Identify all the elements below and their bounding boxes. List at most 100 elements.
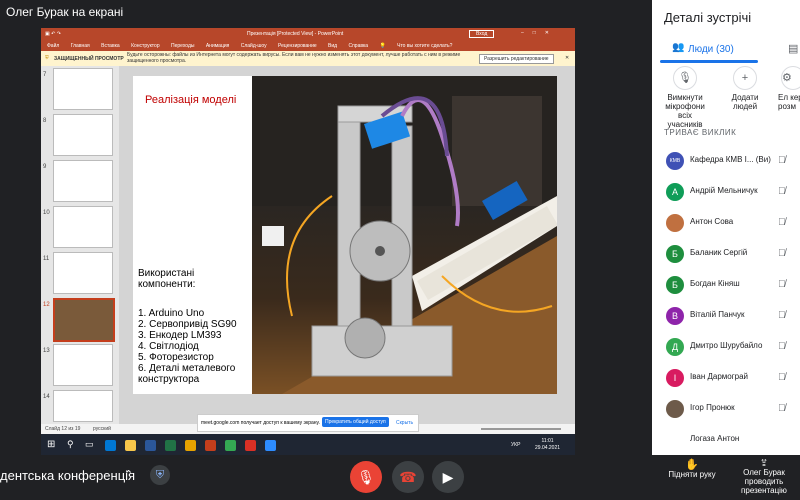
mic-off-icon[interactable]: 🎙̸ — [778, 217, 786, 228]
mic-off-icon[interactable]: 🎙̸ — [778, 186, 786, 197]
mic-off-icon[interactable]: 🎙̸ — [778, 372, 786, 383]
menu-slideshow[interactable]: Слайд-шоу — [241, 43, 267, 49]
powerpoint-icon[interactable] — [205, 440, 216, 451]
menu-design[interactable]: Конструктор — [131, 43, 160, 49]
mic-off-icon[interactable]: 🎙̸ — [778, 248, 786, 259]
avatar: Д — [666, 338, 684, 356]
mic-off-icon[interactable]: 🎙̸ — [778, 155, 786, 166]
participant-row[interactable]: В Віталій Панчук 🎙̸ — [652, 301, 800, 332]
avatar: В — [666, 307, 684, 325]
name-text: Кафедра КМВ І... — [690, 155, 754, 164]
raise-hand-button[interactable]: ✋ Підняти руку — [662, 459, 722, 480]
slide-thumbnail[interactable] — [53, 68, 113, 110]
task-view-icon[interactable]: ▭ — [85, 439, 94, 450]
tab-people[interactable]: 👥 Люди (30) — [652, 36, 762, 63]
share-notice-text: meet.google.com получает доступ к вашему… — [201, 420, 320, 426]
edge-icon[interactable] — [105, 440, 116, 451]
self-suffix: (Ви) — [755, 155, 771, 164]
enable-editing-button[interactable]: Разрешить редактирование — [479, 54, 554, 64]
hand-icon: ✋ — [685, 459, 699, 471]
mute-all-label: Вимкнути мікрофони всіх учасників — [665, 93, 705, 129]
excel-icon[interactable] — [165, 440, 176, 451]
menu-home[interactable]: Главная — [71, 43, 90, 49]
slide-thumbnail[interactable] — [53, 390, 113, 422]
language-indicator: русский — [93, 426, 111, 432]
app-icon[interactable] — [265, 440, 276, 451]
participant-row[interactable]: Б Богдан Кіняш 🎙̸ — [652, 270, 800, 301]
list-item: 3. Енкодер LM393 — [138, 330, 222, 341]
slide-thumbnail[interactable] — [53, 114, 113, 156]
end-call-button[interactable]: ☎ — [392, 461, 424, 493]
model-photo — [252, 76, 557, 394]
word-icon[interactable] — [145, 440, 156, 451]
protected-view-bar: ⛨ ЗАЩИЩЕННЫЙ ПРОСМОТР Будьте осторожны: … — [41, 51, 575, 67]
shared-screen: ▣ ↶ ↷ Презентація [Protected View] - Pow… — [41, 28, 575, 458]
mic-off-icon[interactable]: 🎙̸ — [778, 279, 786, 290]
host-controls-button[interactable]: ⚙ Ел керу розм — [778, 66, 800, 111]
slide-thumbnail[interactable] — [53, 206, 113, 248]
zoom-slider[interactable] — [481, 428, 561, 430]
app-icon[interactable] — [245, 440, 256, 451]
mic-off-icon[interactable]: 🎙̸ — [778, 403, 786, 414]
thumb-number: 10 — [43, 210, 50, 216]
mic-off-icon[interactable]: 🎙̸ — [778, 341, 786, 352]
list-item: 6. Деталі металевого — [138, 363, 236, 374]
chat-icon[interactable]: ▤ — [788, 42, 798, 55]
slide-title: Реалізація моделі — [145, 94, 237, 106]
chevron-up-icon[interactable]: ⌃ — [124, 468, 133, 481]
clock[interactable]: 11:01 29.04.2021 — [535, 438, 560, 452]
stop-sharing-button[interactable]: Прекратить общий доступ — [322, 417, 389, 427]
participant-name: Богдан Кіняш — [690, 279, 740, 288]
signin-button[interactable]: Вход — [469, 30, 495, 38]
lightbulb-icon: 💡 — [379, 43, 386, 49]
close-icon[interactable]: ✕ — [565, 55, 569, 61]
menu-view[interactable]: Вид — [328, 43, 337, 49]
app-icon[interactable] — [185, 440, 196, 451]
hide-notice-button[interactable]: Скрыть — [396, 420, 413, 426]
keyboard-language[interactable]: УКР — [511, 442, 520, 448]
participant-row[interactable]: Логаза Антон — [652, 425, 800, 453]
slide-thumbnail[interactable] — [53, 160, 113, 202]
menu-insert[interactable]: Вставка — [101, 43, 120, 49]
camera-icon: ▶ — [442, 469, 454, 485]
people-icon: 👥 — [672, 42, 685, 53]
slide-editor: Реалізація моделі Використані компоненти… — [119, 66, 575, 424]
menu-transitions[interactable]: Переходы — [171, 43, 194, 49]
tell-me-search[interactable]: Что вы хотите сделать? — [397, 43, 452, 49]
slide-thumbnail-selected[interactable] — [53, 298, 115, 342]
menu-animation[interactable]: Анимация — [206, 43, 229, 49]
ribbon-tabs: Файл Главная Вставка Конструктор Переход… — [41, 40, 575, 51]
menu-help[interactable]: Справка — [348, 43, 368, 49]
slide-thumbnail[interactable] — [53, 252, 113, 294]
windows-start-icon[interactable]: ⊞ — [47, 439, 55, 450]
add-people-button[interactable]: + Додати людей — [722, 66, 768, 111]
presentation-button[interactable]: ⇪ Олег Бурак проводить презентацію — [728, 459, 800, 495]
folder-icon[interactable] — [125, 440, 136, 451]
menu-file[interactable]: Файл — [47, 43, 59, 49]
save-icon[interactable]: ▣ ↶ ↷ — [45, 31, 61, 37]
meet-icon[interactable] — [225, 440, 236, 451]
components-list: 1. Arduino Uno 2. Сервопривід SG90 3. Ен… — [138, 308, 237, 385]
search-icon[interactable]: ⚲ — [67, 439, 74, 450]
participant-row[interactable]: Ігор Пронюк 🎙̸ — [652, 394, 800, 425]
camera-button[interactable]: ▶ — [432, 461, 464, 493]
mic-off-button[interactable]: 🎙 — [350, 461, 382, 493]
screen-share-notice: meet.google.com получает доступ к вашему… — [197, 414, 419, 432]
current-slide[interactable]: Реалізація моделі Використані компоненти… — [133, 76, 557, 394]
powerpoint-titlebar: ▣ ↶ ↷ Презентація [Protected View] - Pow… — [41, 28, 575, 40]
slide-thumbnail[interactable] — [53, 344, 113, 386]
menu-review[interactable]: Рецензирование — [278, 43, 317, 49]
mic-off-icon[interactable]: 🎙̸ — [778, 310, 786, 321]
participant-row[interactable]: І Іван Дармограй 🎙̸ — [652, 363, 800, 394]
participant-row[interactable]: КМВ Кафедра КМВ І... (Ви) 🎙̸ — [652, 146, 800, 177]
host-controls-label: Ел керу розм — [778, 93, 800, 111]
participant-row[interactable]: Д Дмитро Шурубайло 🎙̸ — [652, 332, 800, 363]
mute-all-button[interactable]: 🎙 Вимкнути мікрофони всіх учасників — [662, 66, 708, 129]
participant-row[interactable]: А Андрій Мельничук 🎙̸ — [652, 177, 800, 208]
present-icon: ⇪ — [759, 459, 769, 469]
tab-underline — [660, 60, 758, 63]
participant-row[interactable]: Антон Сова 🎙̸ — [652, 208, 800, 239]
participant-row[interactable]: Б Баланик Сергій 🎙̸ — [652, 239, 800, 270]
window-controls[interactable]: ‒□✕ — [521, 30, 558, 36]
shield-icon[interactable]: ⛨ — [150, 465, 170, 485]
